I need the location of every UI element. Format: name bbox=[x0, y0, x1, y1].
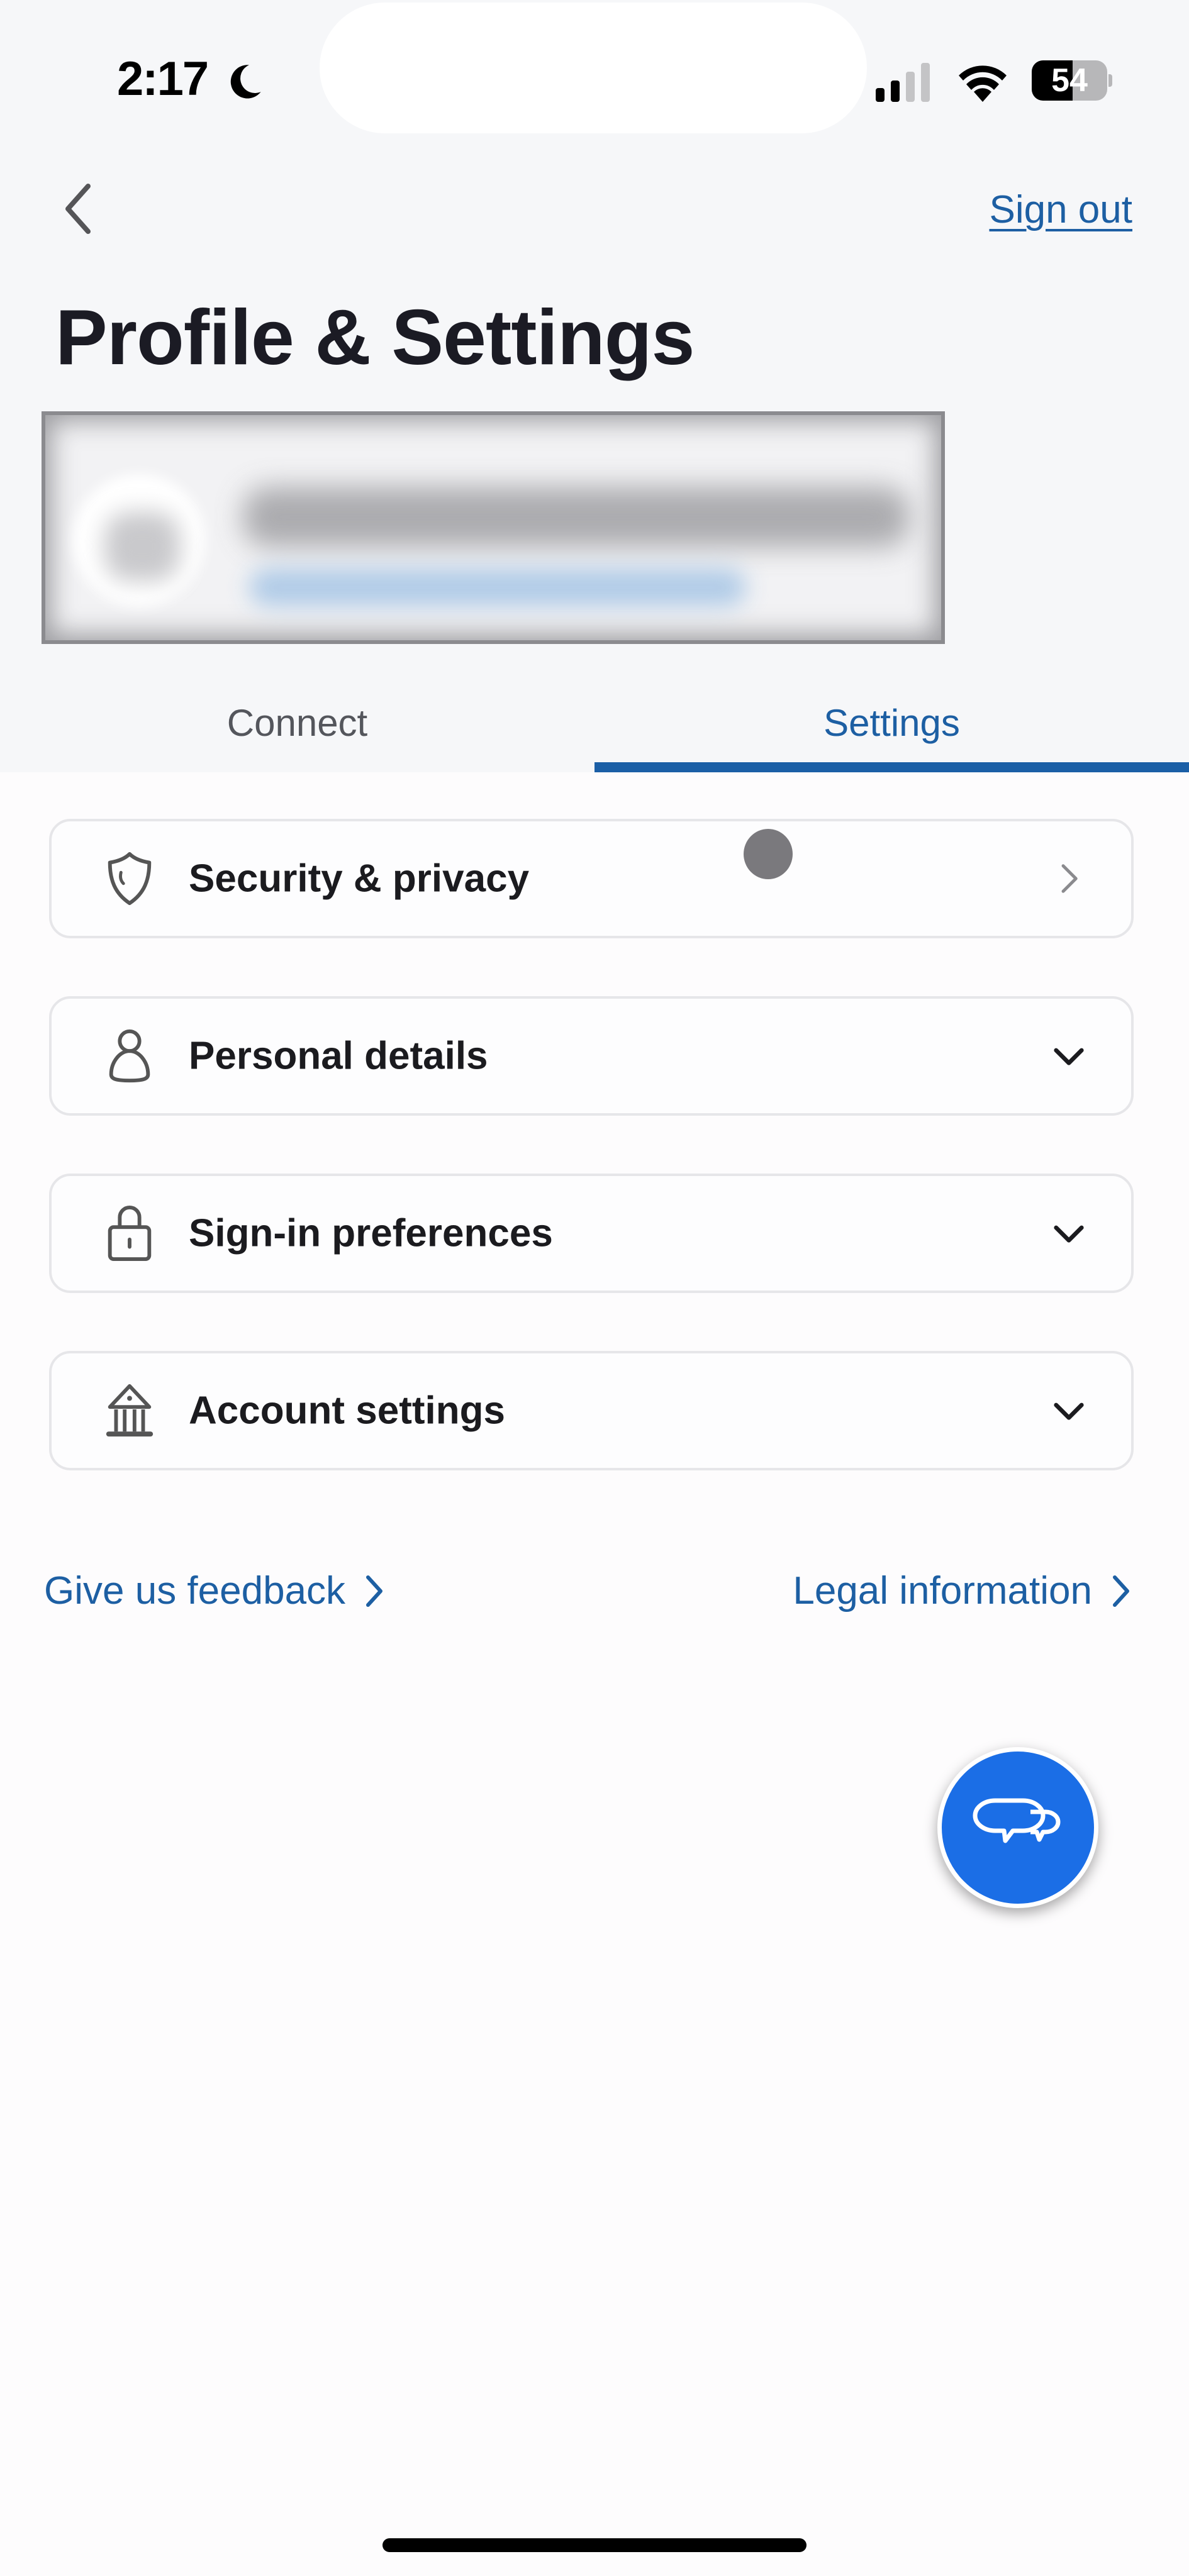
sign-out-link[interactable]: Sign out bbox=[989, 187, 1132, 232]
signal-icon bbox=[876, 63, 930, 102]
bank-icon bbox=[106, 1384, 154, 1437]
profile-name-redacted bbox=[243, 487, 910, 547]
legal-information-link[interactable]: Legal information bbox=[793, 1568, 1134, 1613]
shield-icon bbox=[108, 852, 152, 906]
settings-item-label: Security & privacy bbox=[189, 857, 530, 901]
lock-icon bbox=[108, 1206, 152, 1262]
battery-percent: 54 bbox=[1051, 62, 1088, 99]
dynamic-island bbox=[320, 3, 867, 133]
tab-settings[interactable]: Settings bbox=[594, 692, 1189, 772]
chevron-down-icon bbox=[1054, 1402, 1084, 1420]
chevron-down-icon bbox=[1054, 1225, 1084, 1243]
tab-connect[interactable]: Connect bbox=[0, 692, 594, 772]
chat-button[interactable] bbox=[937, 1747, 1098, 1908]
settings-item-label: Sign-in preferences bbox=[189, 1211, 553, 1255]
battery-indicator: 54 bbox=[1032, 60, 1112, 101]
settings-item-personal-details[interactable]: Personal details bbox=[49, 996, 1134, 1116]
settings-item-sign-in-preferences[interactable]: Sign-in preferences bbox=[49, 1174, 1134, 1293]
chat-bubbles-icon bbox=[973, 1798, 1061, 1843]
chevron-down-icon bbox=[1054, 1048, 1084, 1065]
profile-card-redacted[interactable] bbox=[42, 411, 945, 644]
moon-icon bbox=[230, 65, 261, 99]
profile-subtitle-redacted bbox=[249, 569, 746, 606]
avatar-initials-redacted bbox=[104, 512, 180, 581]
page-title: Profile & Settings bbox=[55, 294, 695, 381]
settings-item-label: Personal details bbox=[189, 1034, 488, 1078]
tab-selected-indicator bbox=[594, 762, 1189, 772]
wifi-icon bbox=[959, 65, 1007, 102]
settings-item-label: Account settings bbox=[189, 1389, 505, 1433]
touch-indicator bbox=[744, 829, 793, 879]
status-time: 2:17 bbox=[117, 52, 209, 106]
settings-item-security-privacy[interactable]: Security & privacy bbox=[49, 819, 1134, 938]
chevron-right-icon bbox=[1061, 864, 1078, 893]
header-area: 2:17 54 Sign out Profile & Settings Conn… bbox=[0, 0, 1189, 772]
tab-bar: Connect Settings bbox=[0, 692, 1189, 772]
back-button[interactable] bbox=[58, 179, 98, 239]
chevron-right-icon bbox=[1113, 1575, 1129, 1607]
person-icon bbox=[109, 1029, 150, 1083]
settings-item-account-settings[interactable]: Account settings bbox=[49, 1351, 1134, 1470]
chevron-right-icon bbox=[366, 1575, 383, 1607]
give-feedback-link[interactable]: Give us feedback bbox=[44, 1568, 387, 1613]
legal-information-label: Legal information bbox=[793, 1569, 1092, 1613]
settings-list: Security & privacy Personal details Sign… bbox=[49, 819, 1134, 1528]
home-indicator bbox=[382, 2538, 807, 2552]
chevron-left-icon bbox=[65, 184, 91, 234]
give-feedback-label: Give us feedback bbox=[44, 1569, 346, 1613]
